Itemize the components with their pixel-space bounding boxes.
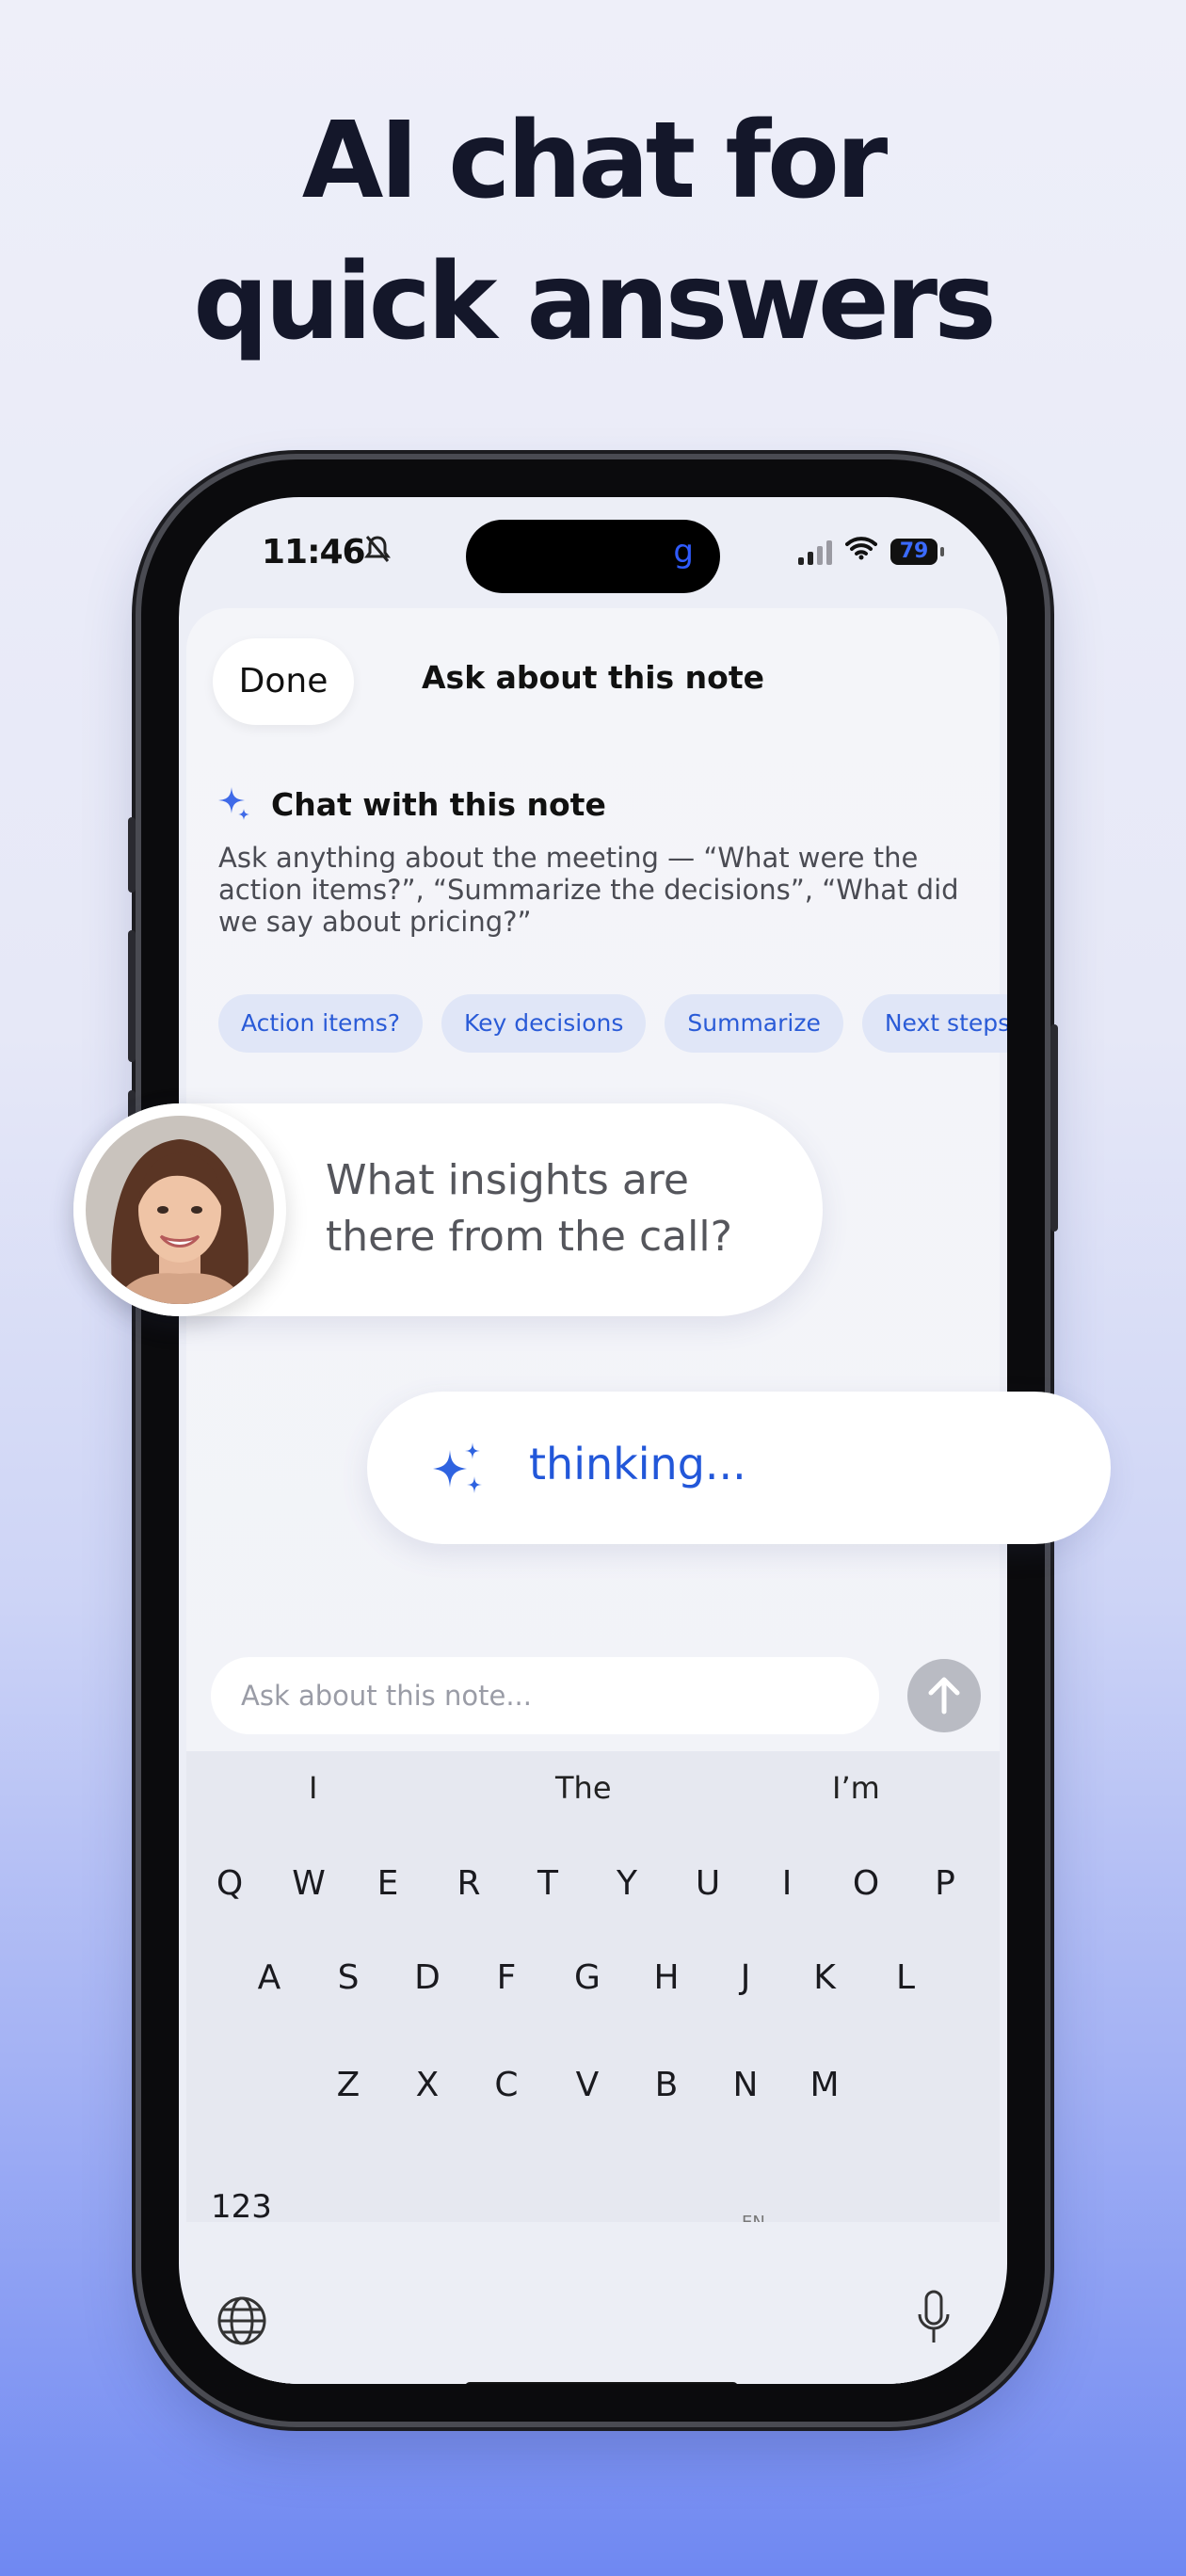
chip-action-items[interactable]: Action items? [218, 994, 424, 1053]
status-time: 11:46 [262, 533, 366, 572]
key-c[interactable]: C [478, 2066, 535, 2104]
composer [211, 1657, 992, 1738]
key-n[interactable]: N [717, 2066, 774, 2104]
chat-title: Chat with this note [271, 785, 606, 823]
key-p[interactable]: P [917, 1864, 973, 1903]
key-f[interactable]: F [478, 1958, 535, 1997]
key-w[interactable]: W [280, 1864, 337, 1903]
keyboard-bottom-bar [186, 2222, 1000, 2384]
volume-up-button [128, 930, 136, 1062]
key-v[interactable]: V [559, 2066, 616, 2104]
key-z[interactable]: Z [320, 2066, 377, 2104]
key-d[interactable]: D [399, 1958, 456, 1997]
sparkle-icon [218, 783, 250, 825]
key-b[interactable]: B [638, 2066, 695, 2104]
silent-bell-icon [363, 535, 392, 572]
user-message-bubble: What insights are there from the call? [73, 1103, 823, 1316]
thinking-status: thinking... [529, 1439, 746, 1489]
home-indicator [465, 2382, 738, 2384]
chat-header: Chat with this note [218, 783, 606, 825]
key-a[interactable]: A [241, 1958, 297, 1997]
headline-line-1: AI chat for [301, 100, 888, 222]
key-q[interactable]: Q [201, 1864, 258, 1903]
microphone-icon[interactable] [915, 2288, 953, 2348]
sheet-title: Ask about this note [422, 659, 764, 696]
status-icons: 79 [798, 535, 944, 568]
key-k[interactable]: K [796, 1958, 853, 1997]
power-button [1050, 1024, 1058, 1232]
user-message-line-1: What insights are [326, 1156, 689, 1204]
send-button[interactable] [907, 1659, 981, 1732]
assistant-thinking-bubble: thinking... [367, 1392, 1111, 1544]
wifi-icon [845, 535, 877, 568]
key-u[interactable]: U [680, 1864, 736, 1903]
action-button [128, 817, 136, 893]
globe-icon[interactable] [216, 2295, 267, 2346]
chip-summarize[interactable]: Summarize [665, 994, 843, 1053]
key-y[interactable]: Y [599, 1864, 655, 1903]
key-t[interactable]: T [520, 1864, 576, 1903]
suggestion-chips: Action items? Key decisions Summarize Ne… [218, 994, 1007, 1053]
avatar [73, 1103, 286, 1316]
key-j[interactable]: J [717, 1958, 774, 1997]
key-o[interactable]: O [838, 1864, 894, 1903]
key-i[interactable]: I [759, 1864, 815, 1903]
ask-input[interactable] [211, 1657, 879, 1734]
keyboard: I The I’m Q W E R T Y U I O P A S D F G … [186, 1751, 1000, 2384]
signal-icon [798, 539, 832, 565]
headline: AI chat for quick answers [0, 90, 1186, 373]
key-h[interactable]: H [638, 1958, 695, 1997]
chip-next-steps[interactable]: Next steps [861, 994, 1007, 1053]
key-x[interactable]: X [399, 2066, 456, 2104]
key-m[interactable]: M [796, 2066, 853, 2104]
battery-icon: 79 [890, 538, 944, 565]
chat-description: Ask anything about the meeting — “What w… [218, 842, 959, 938]
user-message-text: What insights are there from the call? [326, 1152, 732, 1265]
suggestion-3[interactable]: I’m [832, 1770, 880, 1806]
dynamic-island: g [466, 520, 720, 593]
suggestion-2[interactable]: The [555, 1770, 612, 1806]
key-g[interactable]: G [559, 1958, 616, 1997]
key-s[interactable]: S [320, 1958, 377, 1997]
user-message-line-2: there from the call? [326, 1213, 732, 1261]
headline-line-2: quick answers [193, 241, 996, 363]
suggestion-1[interactable]: I [309, 1770, 317, 1806]
chip-key-decisions[interactable]: Key decisions [441, 994, 647, 1053]
key-e[interactable]: E [360, 1864, 416, 1903]
key-r[interactable]: R [441, 1864, 497, 1903]
numbers-key[interactable]: 123 [211, 2188, 272, 2226]
sparkle-icon [431, 1441, 488, 1497]
key-l[interactable]: L [877, 1958, 934, 1997]
app-activity-icon: g [673, 533, 694, 571]
